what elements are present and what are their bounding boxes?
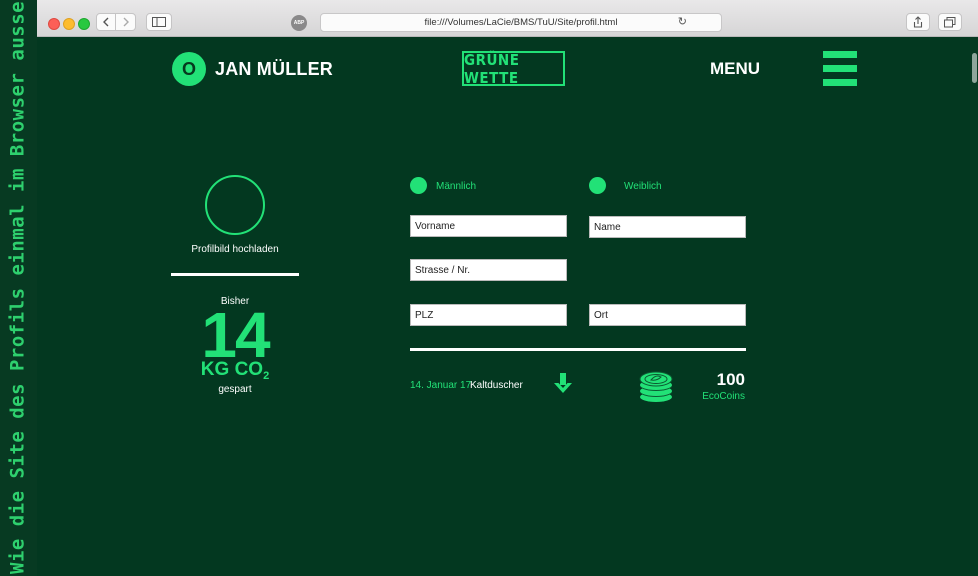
adblock-icon[interactable]: ABP: [291, 15, 307, 31]
eco-coins-label: EcoCoins: [702, 391, 745, 402]
brand-logo[interactable]: GRÜNE WETTE: [462, 51, 565, 87]
co2-saved-value: 14: [201, 299, 270, 371]
radio-male-label[interactable]: Männlich: [436, 181, 476, 192]
menu-label[interactable]: MENU: [710, 59, 760, 79]
tabs-icon: [944, 16, 956, 27]
scrollbar-thumb[interactable]: [972, 53, 977, 83]
maximize-window-button[interactable]: [78, 18, 90, 30]
lastname-field[interactable]: [589, 216, 746, 238]
chevron-right-icon: [123, 17, 129, 27]
eco-coins-value: 100: [716, 370, 745, 389]
city-field[interactable]: [589, 304, 746, 326]
address-url[interactable]: file:///Volumes/LaCie/BMS/TuU/Site/profi…: [321, 17, 721, 28]
hamburger-menu-icon[interactable]: [823, 51, 857, 86]
co2-unit: KG CO2: [185, 359, 285, 387]
sidebar-icon: [152, 17, 166, 27]
profile-picture-upload[interactable]: [205, 175, 265, 235]
side-caption-text: Wie die Site des Profils einmal im Brows…: [6, 0, 29, 574]
co2-unit-subscript: 2: [263, 370, 270, 382]
back-button[interactable]: [96, 13, 116, 31]
form-divider: [410, 348, 746, 351]
share-icon: [913, 16, 923, 28]
close-window-button[interactable]: [48, 18, 60, 30]
page-scrollbar[interactable]: [970, 37, 978, 576]
arrow-down-icon[interactable]: [553, 373, 573, 395]
activity-date: 14. Januar 17: [410, 380, 472, 391]
activity-name: Kaltduscher: [470, 380, 523, 391]
radio-female-label[interactable]: Weiblich: [624, 181, 662, 192]
minimize-window-button[interactable]: [63, 18, 75, 30]
address-bar[interactable]: file:///Volumes/LaCie/BMS/TuU/Site/profi…: [320, 13, 722, 32]
side-caption-strip: Wie die Site des Profils einmal im Brows…: [0, 0, 37, 576]
share-button[interactable]: [906, 13, 930, 31]
zip-field[interactable]: [410, 304, 567, 326]
forward-button[interactable]: [116, 13, 136, 31]
user-avatar-logo[interactable]: O: [172, 52, 206, 86]
chevron-left-icon: [103, 17, 109, 27]
browser-toolbar: ABP file:///Volumes/LaCie/BMS/TuU/Site/p…: [37, 0, 978, 37]
reload-icon[interactable]: ↻: [678, 15, 687, 28]
radio-female[interactable]: [589, 177, 606, 194]
tab-overview-button[interactable]: [938, 13, 962, 31]
radio-male[interactable]: [410, 177, 427, 194]
browser-window: ABP file:///Volumes/LaCie/BMS/TuU/Site/p…: [37, 0, 978, 576]
street-field[interactable]: [410, 259, 567, 281]
co2-unit-text: KG CO: [200, 359, 264, 380]
eco-coins-icon: [639, 371, 673, 402]
firstname-field[interactable]: [410, 215, 567, 237]
upload-picture-label[interactable]: Profilbild hochladen: [165, 244, 305, 255]
stat-suffix: gespart: [218, 384, 252, 395]
profile-divider: [171, 273, 299, 276]
sidebar-toggle-button[interactable]: [146, 13, 172, 31]
user-name[interactable]: JAN MÜLLER: [215, 59, 333, 80]
